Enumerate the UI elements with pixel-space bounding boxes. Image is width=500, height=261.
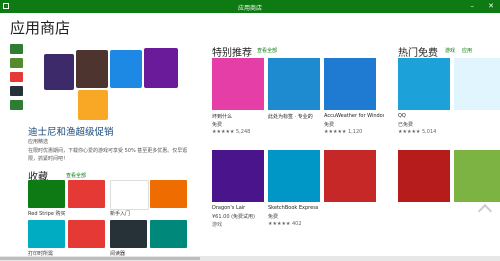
promo-title[interactable]: 迪士尼和渔超级促销 (28, 124, 114, 138)
hot-app-tile-1[interactable] (398, 58, 450, 110)
promo-banner[interactable] (44, 40, 182, 120)
collection-label-1: Red Stripe 购买 (28, 211, 66, 217)
featured-app-tile-2[interactable] (268, 58, 320, 110)
collection-tile-2[interactable] (110, 180, 149, 210)
category-icon-4[interactable] (10, 86, 23, 96)
featured-app-price-5: 免费 (268, 214, 279, 220)
featured-app-price-1: 免费 (212, 122, 223, 128)
collection-tile-3[interactable] (28, 220, 65, 248)
collection-tile-4b[interactable] (150, 220, 187, 248)
hot-app-tile-2[interactable] (454, 58, 500, 110)
scrollbar-thumb[interactable] (0, 257, 200, 260)
game-tile[interactable] (44, 54, 74, 90)
featured-heading: 特别推荐 (212, 48, 252, 59)
featured-app-tile-1[interactable] (212, 58, 264, 110)
hot-link-games[interactable]: 游戏 (445, 47, 455, 54)
featured-app-name-1[interactable]: 坏到什么 (212, 113, 272, 120)
featured-view-all-link[interactable]: 查看全部 (257, 47, 277, 54)
featured-app-tile-6[interactable] (324, 150, 376, 202)
hot-app-price-1: 已免费 (398, 122, 414, 128)
featured-app-name-5[interactable]: SketchBook Express (268, 205, 328, 211)
category-icon-2[interactable] (10, 58, 23, 68)
game-tile[interactable] (110, 50, 142, 88)
game-tile[interactable] (78, 90, 108, 120)
promo-description: 在限时优惠期间，下载你心爱的游戏可享受 50% 甚至更多优惠。仅早逛 限，抓紧时… (28, 148, 188, 162)
collection-label-2: 新手入门 (110, 211, 131, 217)
category-nav (10, 44, 24, 114)
collection-tile-4[interactable] (110, 220, 147, 248)
collection-tile-1b[interactable] (68, 180, 105, 208)
hot-app-name-1[interactable]: QQ (398, 113, 458, 119)
collection-tile-1[interactable] (28, 180, 65, 208)
featured-app-rating-5: ★★★★★ 402 (268, 221, 302, 227)
hot-app-tile-4[interactable] (454, 150, 500, 202)
promo-subtitle: 应用精选 (28, 139, 49, 145)
horizontal-scrollbar[interactable] (0, 256, 500, 261)
featured-app-tile-4[interactable] (212, 150, 264, 202)
collection-tile-2b[interactable] (150, 180, 187, 208)
featured-app-rating-4: 游戏 (212, 222, 223, 228)
window-titlebar: 应用商店 – ✕ (0, 0, 500, 13)
category-icon-1[interactable] (10, 44, 23, 54)
hot-link-apps[interactable]: 应用 (462, 47, 472, 54)
featured-app-name-4[interactable]: Dragon's Lair (212, 205, 272, 211)
category-icon-3[interactable] (10, 72, 23, 82)
minimize-button[interactable]: – (471, 2, 475, 11)
featured-app-tile-5[interactable] (268, 150, 320, 202)
game-tile[interactable] (76, 50, 108, 88)
game-tile[interactable] (144, 48, 178, 88)
category-icon-5[interactable] (10, 100, 23, 110)
featured-app-name-2[interactable]: 此处为标签 · 专业的 (268, 113, 328, 120)
featured-app-rating-1: ★★★★★ 5,248 (212, 129, 251, 135)
window-title: 应用商店 (237, 5, 262, 12)
collection-view-all-link[interactable]: 查看全部 (66, 172, 86, 179)
chevron-up-icon[interactable] (477, 203, 493, 219)
hot-heading: 热门免费 (398, 48, 438, 59)
featured-app-price-3: 免费 (324, 122, 335, 128)
featured-app-name-3[interactable]: AccuWeather for Windows 8 (324, 113, 384, 119)
hot-app-tile-3[interactable] (398, 150, 450, 202)
featured-app-price-4: ¥61.00 (免费试用) (212, 214, 255, 220)
page-title: 应用商店 (10, 19, 71, 37)
collection-tile-3b[interactable] (68, 220, 105, 248)
featured-app-tile-3[interactable] (324, 58, 376, 110)
close-button[interactable]: ✕ (488, 2, 494, 11)
hot-app-rating-1: ★★★★★ 5,014 (398, 129, 437, 135)
featured-app-rating-3: ★★★★★ 1,120 (324, 129, 363, 135)
